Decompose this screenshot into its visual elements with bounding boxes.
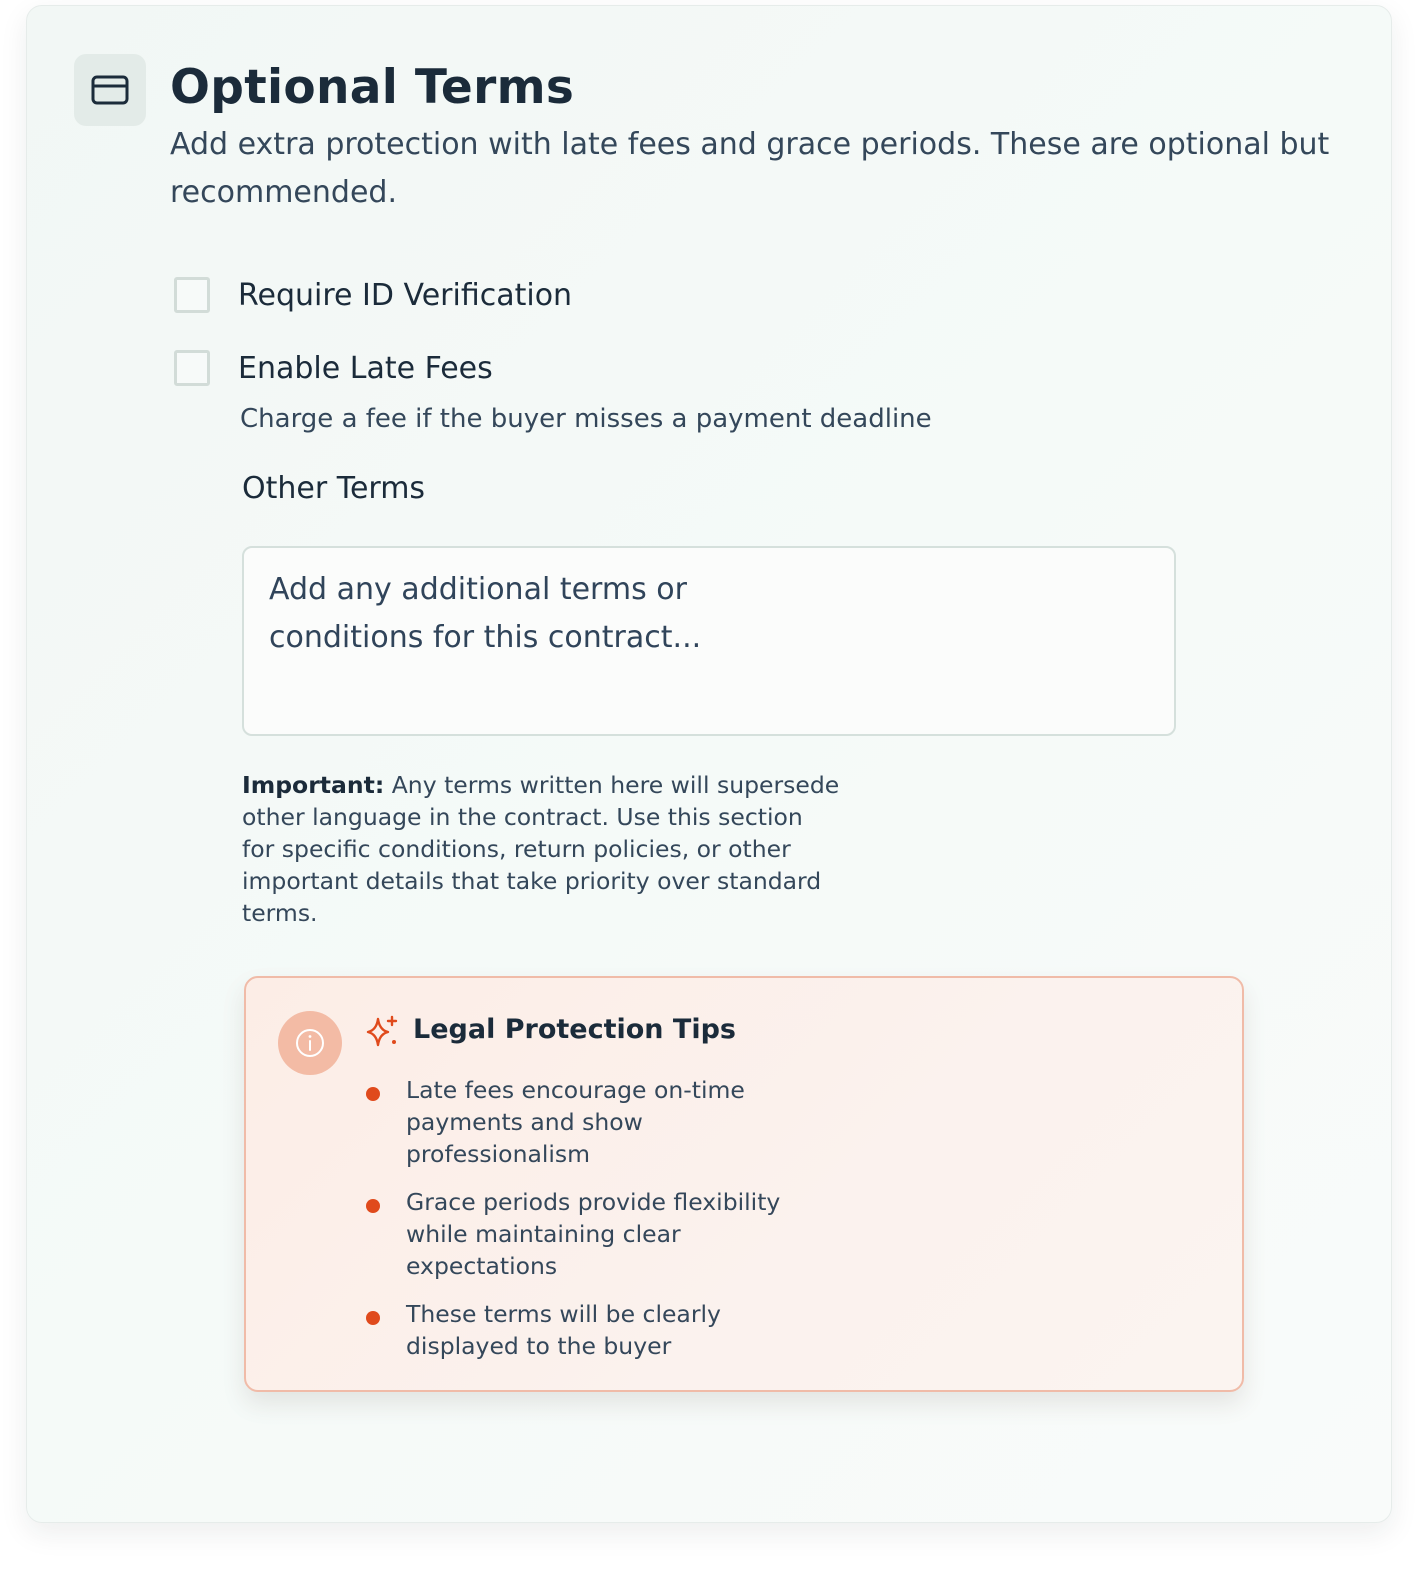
bullet-dot: [366, 1199, 380, 1213]
tip-item: Grace periods provide flexibility while …: [364, 1186, 784, 1282]
other-terms-placeholder: Add any additional terms or conditions f…: [269, 572, 702, 655]
tip-text: Late fees encourage on-time payments and…: [406, 1076, 745, 1168]
other-terms-label: Other Terms: [242, 471, 426, 506]
tip-item: These terms will be clearly displayed to…: [364, 1298, 784, 1362]
id-verification-label[interactable]: Require ID Verification: [238, 278, 572, 313]
credit-card-icon: [74, 54, 146, 126]
section-title: Optional Terms: [170, 60, 575, 115]
late-fees-label[interactable]: Enable Late Fees: [238, 351, 493, 386]
tip-text: Grace periods provide flexibility while …: [406, 1188, 781, 1280]
late-fees-checkbox[interactable]: [174, 350, 210, 386]
tip-text: These terms will be clearly displayed to…: [406, 1300, 721, 1360]
id-verification-checkbox[interactable]: [174, 277, 210, 313]
other-terms-note: Important: Any terms written here will s…: [242, 769, 842, 929]
tip-item: Late fees encourage on-time payments and…: [364, 1074, 784, 1170]
note-important-label: Important:: [242, 771, 385, 799]
other-terms-textarea[interactable]: Add any additional terms or conditions f…: [242, 546, 1176, 736]
tips-title: Legal Protection Tips: [413, 1014, 736, 1045]
bullet-dot: [366, 1311, 380, 1325]
legal-tips-panel: Legal Protection Tips Late fees encourag…: [244, 976, 1244, 1392]
section-subtitle: Add extra protection with late fees and …: [170, 127, 1330, 210]
info-icon: [278, 1011, 342, 1075]
id-verification-option[interactable]: Require ID Verification: [174, 277, 572, 313]
sparkle-icon: [364, 1014, 400, 1050]
bullet-dot: [366, 1087, 380, 1101]
optional-terms-card: Optional Terms Add extra protection with…: [26, 5, 1392, 1523]
late-fees-help-text: Charge a fee if the buyer misses a payme…: [240, 404, 932, 434]
late-fees-option[interactable]: Enable Late Fees: [174, 350, 493, 386]
tips-list: Late fees encourage on-time payments and…: [364, 1074, 784, 1378]
